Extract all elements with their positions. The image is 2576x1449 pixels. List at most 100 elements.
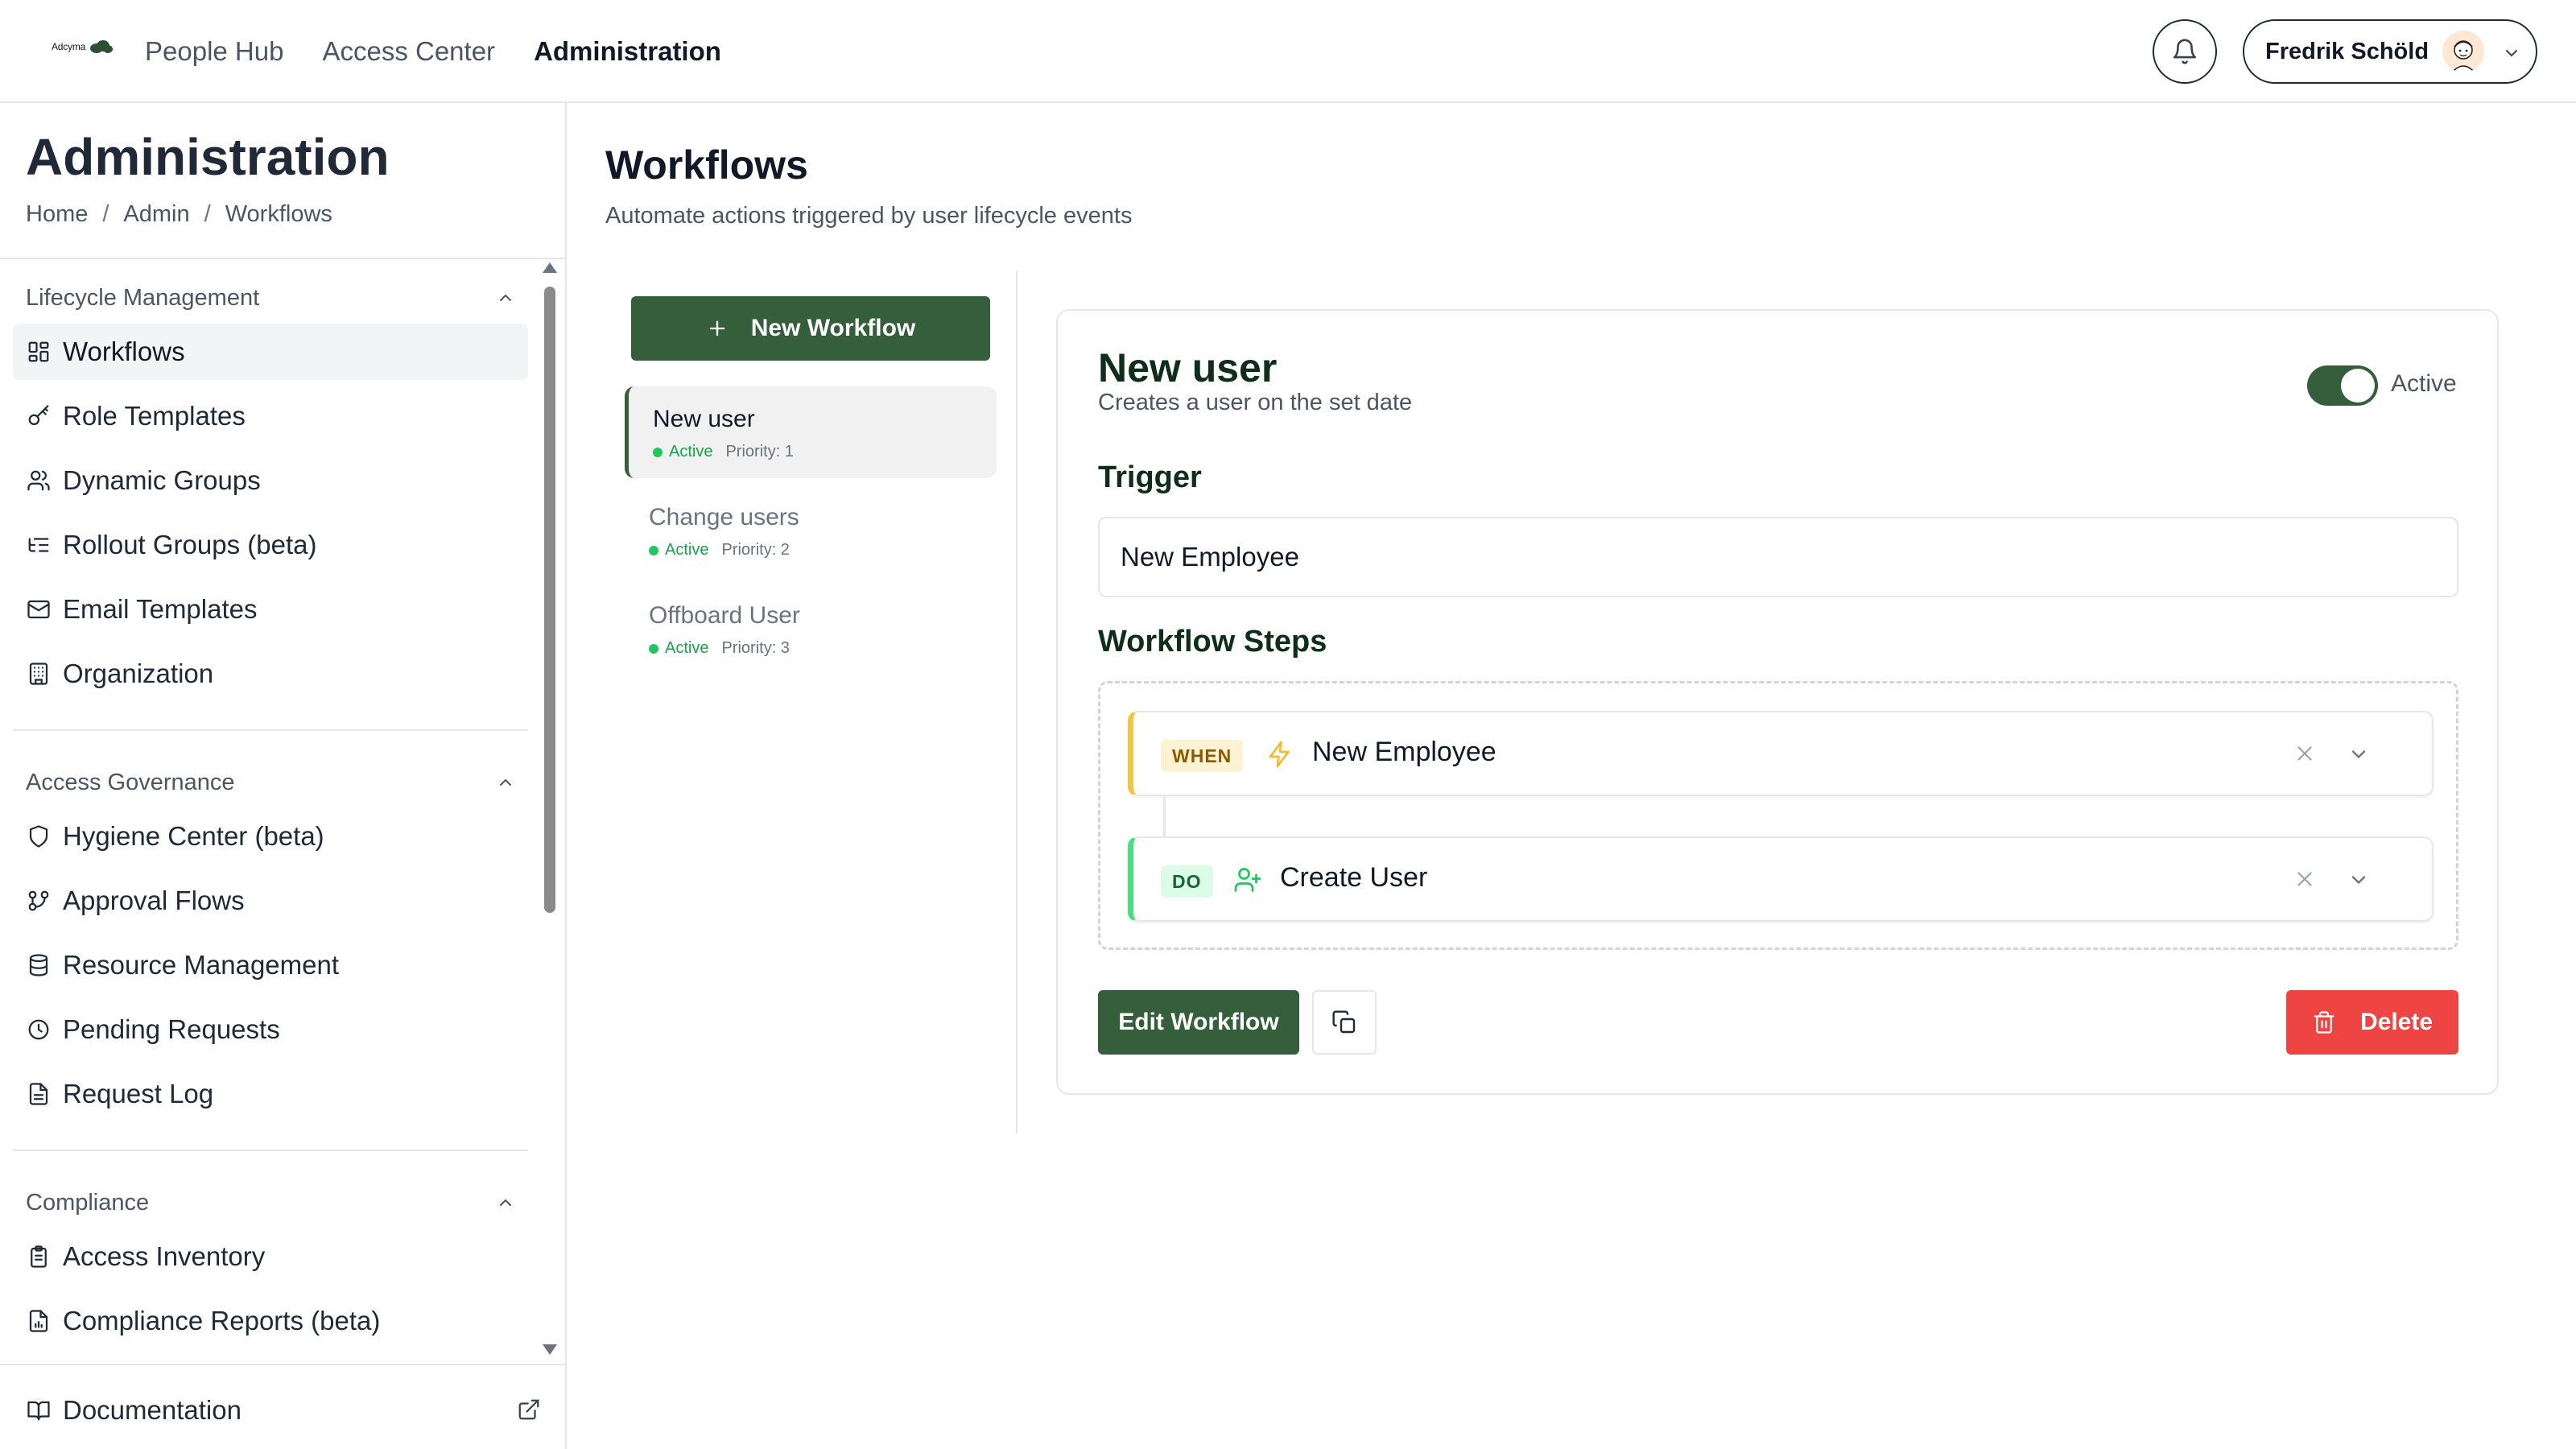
- sidebar-item-role-templates[interactable]: Role Templates: [13, 388, 528, 444]
- chevron-down-icon[interactable]: [2347, 743, 2370, 766]
- status-badge: Active: [649, 541, 708, 559]
- sidebar-item-approval-flows[interactable]: Approval Flows: [13, 873, 528, 929]
- chevron-down-icon[interactable]: [2347, 869, 2370, 891]
- active-label: Active: [2391, 370, 2457, 397]
- sidebar-item-organization[interactable]: Organization: [13, 646, 528, 702]
- sidebar-item-hygiene-center[interactable]: Hygiene Center (beta): [13, 808, 528, 865]
- close-icon[interactable]: [2293, 741, 2317, 766]
- notifications-button[interactable]: [2153, 19, 2217, 84]
- sidebar-item-workflows[interactable]: Workflows: [13, 324, 528, 380]
- documentation-label: Documentation: [63, 1395, 242, 1425]
- sidebar-item-rollout-groups[interactable]: Rollout Groups (beta): [13, 517, 528, 573]
- status-text: Active: [665, 639, 709, 657]
- scroll-up-arrow[interactable]: [543, 262, 557, 273]
- step-label: Create User: [1280, 862, 1428, 893]
- clock-icon: [26, 1017, 52, 1042]
- database-icon: [26, 952, 52, 978]
- user-plus-icon: [1234, 868, 1261, 892]
- edit-workflow-button[interactable]: Edit Workflow: [1098, 990, 1299, 1055]
- workflow-description: Creates a user on the set date: [1098, 390, 1413, 415]
- trigger-label: Trigger: [1098, 460, 1202, 494]
- bell-icon: [2173, 39, 2197, 64]
- chevron-up-icon: [500, 1199, 511, 1206]
- git-branch-icon: [26, 888, 52, 914]
- status-badge: Active: [649, 639, 708, 658]
- breadcrumb-home[interactable]: Home: [26, 201, 88, 228]
- sidebar-item-label: Request Log: [63, 1079, 214, 1108]
- sidebar-item-label: Role Templates: [63, 401, 246, 431]
- nav-people-hub[interactable]: People Hub: [145, 36, 283, 67]
- top-nav: People Hub Access Center Administration: [145, 0, 721, 103]
- sidebar-footer-divider: [0, 1364, 565, 1365]
- workflow-priority: Priority: 3: [721, 639, 790, 657]
- sidebar-item-label: Access Inventory: [63, 1241, 266, 1271]
- sidebar-item-label: Email Templates: [63, 594, 258, 624]
- delete-workflow-button[interactable]: Delete: [2286, 990, 2458, 1055]
- step-label: New Employee: [1312, 737, 1496, 767]
- workflow-name: New user: [653, 406, 755, 432]
- workflow-step-do[interactable]: DO Create User: [1128, 836, 2434, 922]
- sidebar-item-email-templates[interactable]: Email Templates: [13, 581, 528, 638]
- sidebar-item-label: Resource Management: [63, 950, 340, 980]
- sidebar-item-label: Approval Flows: [63, 886, 245, 915]
- status-dot: [649, 643, 658, 654]
- external-link-icon: [518, 1399, 539, 1420]
- sidebar-scrollbar[interactable]: [539, 262, 557, 1449]
- step-connector: [1163, 796, 1166, 836]
- workflow-title: New user: [1098, 345, 1278, 390]
- breadcrumb-separator: /: [204, 201, 211, 227]
- sidebar-item-label: Organization: [63, 658, 214, 688]
- workflow-list-item[interactable]: New user Active Priority: 1: [625, 386, 997, 478]
- delete-label: Delete: [2359, 1009, 2434, 1035]
- scroll-down-arrow[interactable]: [543, 1344, 557, 1355]
- sidebar-item-access-inventory[interactable]: Access Inventory: [13, 1228, 528, 1285]
- breadcrumb: Home / Admin / Workflows: [26, 201, 332, 228]
- scroll-thumb[interactable]: [544, 287, 555, 913]
- workflow-priority: Priority: 1: [725, 443, 794, 460]
- workflow-list-item[interactable]: Change users Active Priority: 2: [625, 485, 997, 576]
- avatar-face-icon: [2451, 40, 2475, 72]
- status-text: Active: [669, 443, 713, 460]
- section-lifecycle-management[interactable]: Lifecycle Management: [26, 282, 515, 314]
- sidebar-item-compliance-reports[interactable]: Compliance Reports (beta): [13, 1293, 528, 1349]
- list-tree-icon: [26, 532, 52, 558]
- nav-access-center[interactable]: Access Center: [322, 36, 495, 67]
- copy-icon: [1332, 1010, 1356, 1034]
- users-icon: [26, 468, 52, 493]
- breadcrumb-admin[interactable]: Admin: [123, 201, 189, 228]
- avatar: [2442, 31, 2484, 72]
- section-access-governance[interactable]: Access Governance: [26, 766, 515, 799]
- nav-administration[interactable]: Administration: [534, 36, 721, 67]
- breadcrumb-workflows: Workflows: [225, 201, 332, 227]
- new-workflow-button[interactable]: New Workflow: [631, 296, 990, 361]
- workflow-step-when[interactable]: WHEN New Employee: [1128, 711, 2434, 796]
- workflow-steps-container: WHEN New Employee DO Create User: [1098, 681, 2458, 950]
- sidebar-item-pending-requests[interactable]: Pending Requests: [13, 1001, 528, 1058]
- shield-icon: [26, 824, 52, 849]
- status-badge: Active: [653, 443, 712, 461]
- documentation-link[interactable]: Documentation: [26, 1389, 541, 1431]
- close-icon[interactable]: [2293, 867, 2317, 891]
- workflow-name: Change users: [649, 504, 799, 530]
- mail-icon: [26, 597, 52, 622]
- step-badge-do: DO: [1161, 865, 1213, 898]
- sidebar-item-dynamic-groups[interactable]: Dynamic Groups: [13, 452, 528, 509]
- file-chart-icon: [26, 1308, 52, 1334]
- workflow-list-item[interactable]: Offboard User Active Priority: 3: [625, 583, 997, 675]
- logo-text: Adcyma: [52, 41, 86, 52]
- step-badge-when: WHEN: [1161, 740, 1244, 772]
- user-name: Fredrik Schöld: [2265, 38, 2429, 64]
- trigger-select[interactable]: New Employee: [1098, 517, 2458, 597]
- sidebar-item-resource-management[interactable]: Resource Management: [13, 937, 528, 993]
- sidebar-item-request-log[interactable]: Request Log: [13, 1066, 528, 1122]
- layout-grid-icon: [26, 339, 52, 365]
- section-divider: [13, 1150, 528, 1151]
- top-bar: Adcyma People Hub Access Center Administ…: [0, 0, 2576, 103]
- new-workflow-label: New Workflow: [750, 315, 916, 341]
- section-compliance[interactable]: Compliance: [26, 1187, 515, 1219]
- logo[interactable]: Adcyma: [52, 39, 114, 55]
- user-menu-button[interactable]: Fredrik Schöld: [2243, 19, 2537, 84]
- active-toggle[interactable]: [2307, 365, 2378, 406]
- duplicate-workflow-button[interactable]: [1312, 990, 1377, 1055]
- cloud-logo-icon: [90, 40, 114, 53]
